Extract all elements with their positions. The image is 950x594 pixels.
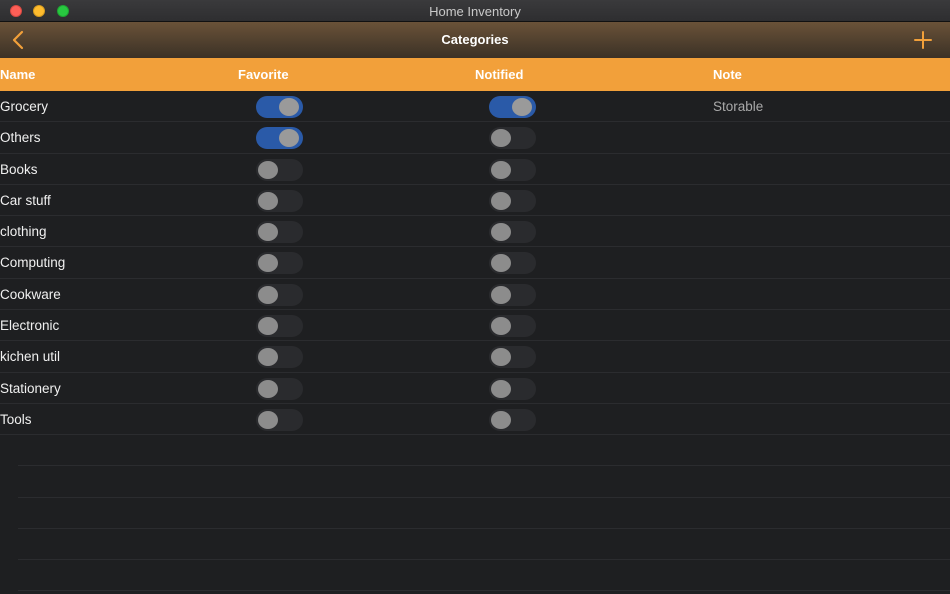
toggle-knob (491, 348, 511, 367)
notified-toggle[interactable] (489, 158, 536, 181)
table-row[interactable]: Computing (0, 247, 950, 279)
category-name: Others (0, 130, 41, 146)
toggle-knob (258, 254, 278, 273)
notified-toggle[interactable] (489, 377, 536, 400)
empty-row (18, 560, 950, 592)
empty-row (18, 498, 950, 529)
toggle-knob (491, 317, 511, 336)
empty-row (18, 435, 950, 467)
table-row[interactable]: Books (0, 154, 950, 185)
notified-toggle[interactable] (489, 346, 536, 369)
toggle-knob (258, 191, 278, 210)
add-category-button[interactable] (912, 29, 934, 51)
favorite-toggle[interactable] (256, 252, 303, 275)
category-note: Storable (713, 99, 764, 114)
notified-toggle[interactable] (489, 283, 536, 306)
column-header-name[interactable]: Name (0, 67, 35, 82)
table-row[interactable]: Grocery Storable (0, 91, 950, 123)
table-row[interactable]: clothing (0, 216, 950, 248)
favorite-toggle[interactable] (256, 315, 303, 338)
favorite-toggle[interactable] (256, 408, 303, 431)
favorite-toggle[interactable] (256, 283, 303, 306)
toggle-knob (258, 317, 278, 336)
toggle-knob (491, 410, 511, 429)
navigation-bar: Categories (0, 22, 950, 58)
toggle-knob (491, 223, 511, 242)
toggle-knob (491, 379, 511, 398)
toggle-knob (258, 223, 278, 242)
favorite-toggle[interactable] (256, 346, 303, 369)
table-row[interactable]: Stationery (0, 373, 950, 404)
favorite-toggle[interactable] (256, 377, 303, 400)
toggle-knob (279, 98, 299, 116)
favorite-toggle[interactable] (256, 127, 303, 150)
column-header-note[interactable]: Note (713, 67, 742, 82)
categories-table: Grocery Storable Others Books Car stuff cloth… (0, 91, 950, 436)
category-name: clothing (0, 224, 47, 240)
column-header-notified[interactable]: Notified (475, 67, 523, 82)
toggle-knob (491, 285, 511, 304)
category-name: Books (0, 161, 38, 177)
category-name: kichen util (0, 349, 61, 365)
favorite-toggle[interactable] (256, 96, 303, 118)
plus-icon (914, 31, 932, 49)
toggle-knob (279, 129, 299, 148)
window-titlebar: Home Inventory (0, 0, 950, 22)
notified-toggle[interactable] (489, 221, 536, 244)
empty-row (18, 529, 950, 561)
category-name: Computing (0, 255, 66, 271)
notified-toggle[interactable] (489, 408, 536, 431)
toggle-knob (258, 285, 278, 304)
toggle-knob (258, 410, 278, 429)
toggle-knob (491, 191, 511, 210)
favorite-toggle[interactable] (256, 221, 303, 244)
table-row[interactable]: Tools (0, 404, 950, 436)
category-name: Tools (0, 411, 32, 427)
notified-toggle[interactable] (489, 252, 536, 275)
toggle-knob (512, 98, 532, 116)
favorite-toggle[interactable] (256, 189, 303, 212)
category-name: Cookware (0, 286, 61, 302)
toggle-knob (258, 160, 278, 179)
column-header-favorite[interactable]: Favorite (238, 67, 289, 82)
table-header: Name Favorite Notified Note (0, 58, 950, 91)
notified-toggle[interactable] (489, 189, 536, 212)
category-name: Grocery (0, 99, 49, 114)
notified-toggle[interactable] (489, 315, 536, 338)
toggle-knob (491, 129, 511, 148)
toggle-knob (258, 379, 278, 398)
table-row[interactable]: kichen util (0, 341, 950, 373)
page-title: Categories (441, 32, 509, 47)
empty-row (18, 466, 950, 498)
notified-toggle[interactable] (489, 127, 536, 150)
table-row[interactable]: Car stuff (0, 185, 950, 217)
toggle-knob (258, 348, 278, 367)
table-row[interactable]: Others (0, 122, 950, 154)
notified-toggle[interactable] (489, 96, 536, 118)
table-row[interactable]: Cookware (0, 279, 950, 311)
toggle-knob (491, 254, 511, 273)
favorite-toggle[interactable] (256, 158, 303, 181)
toggle-knob (491, 160, 511, 179)
category-name: Stationery (0, 380, 61, 396)
category-name: Car stuff (0, 192, 51, 208)
category-name: Electronic (0, 318, 60, 334)
table-row[interactable]: Electronic (0, 310, 950, 342)
window-title: Home Inventory (429, 4, 521, 19)
empty-table-area (18, 435, 950, 592)
